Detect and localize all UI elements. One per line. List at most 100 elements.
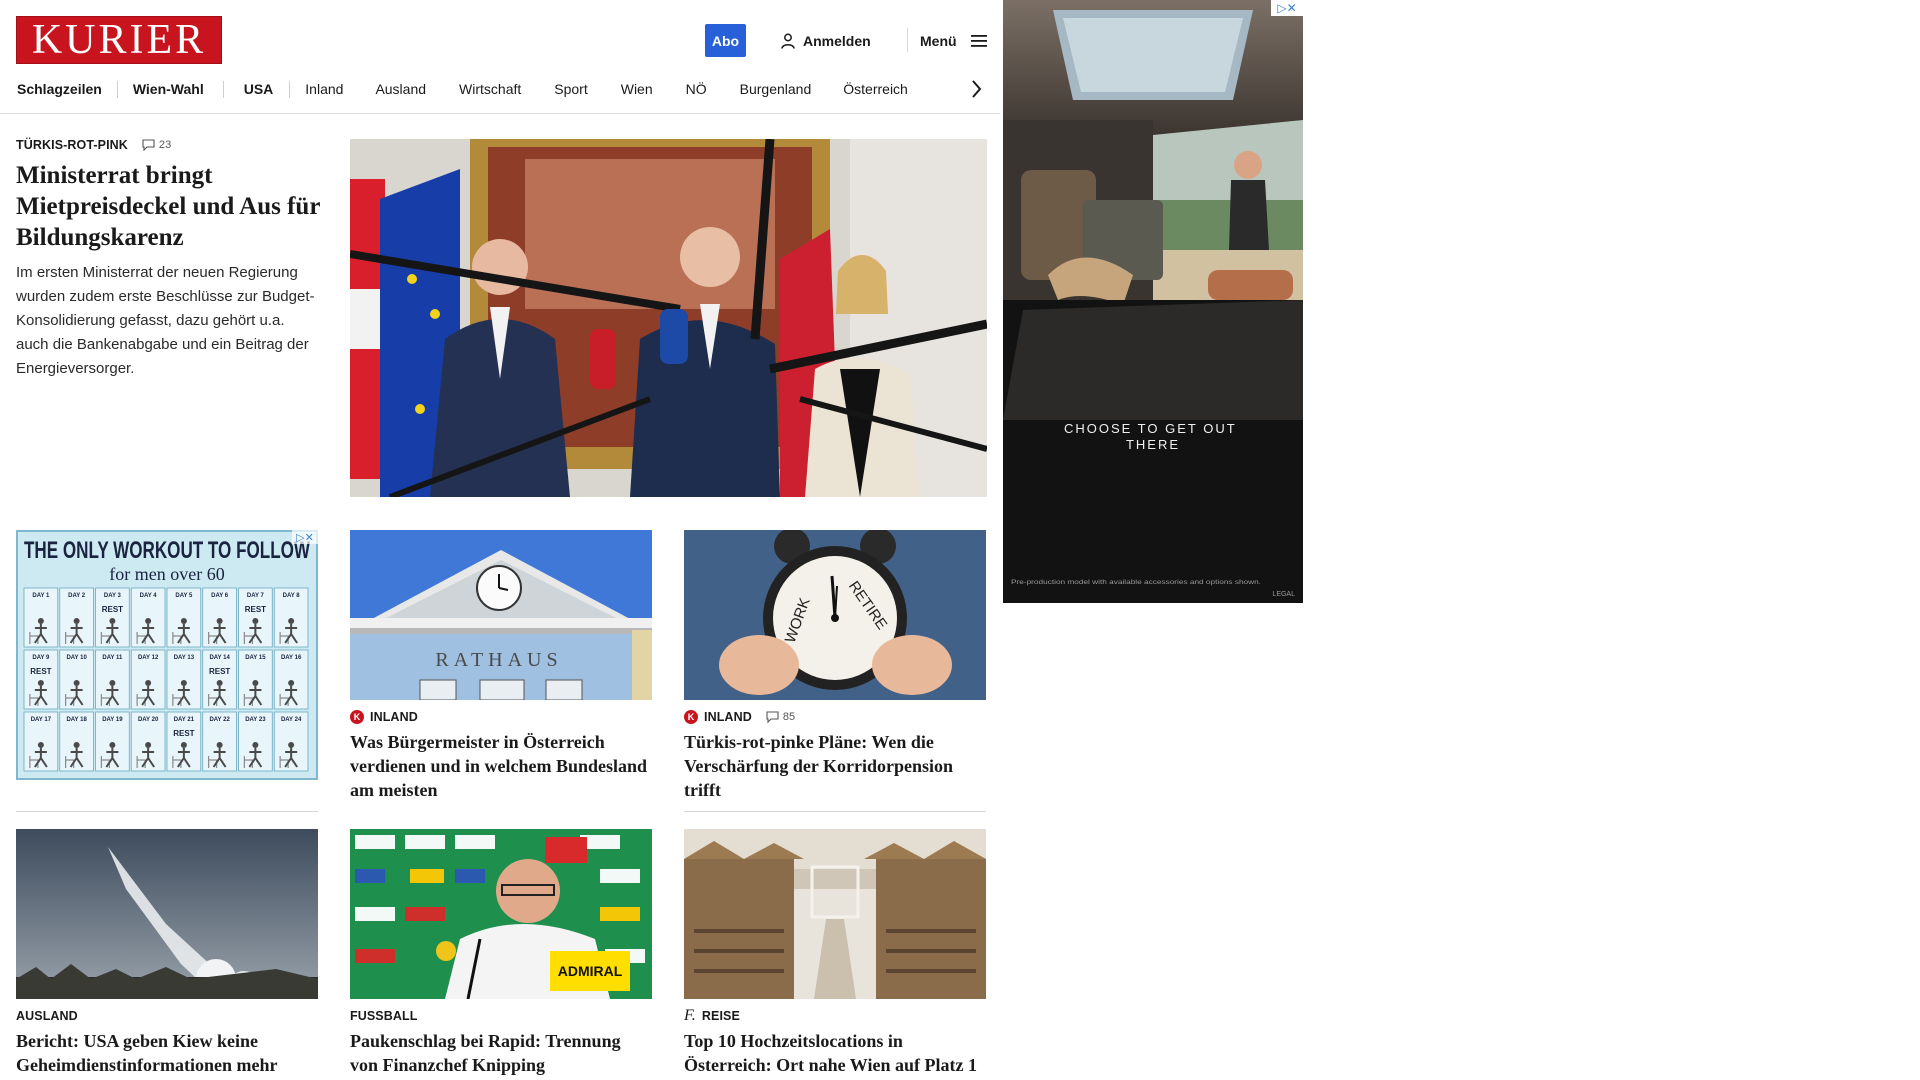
lead-kicker: TÜRKIS-ROT-PINK 23: [16, 138, 321, 152]
article-image-missile[interactable]: [16, 829, 318, 999]
workout-day-label: DAY 10: [66, 655, 87, 661]
workout-day-label: DAY 16: [281, 655, 302, 661]
row-divider: [684, 811, 986, 812]
comment-count[interactable]: 23: [142, 139, 171, 151]
comment-count-value: 23: [158, 139, 172, 151]
kurier-plus-icon: K: [350, 710, 364, 724]
article-headline[interactable]: Top 10 Hochzeitslocations in Österreich:…: [684, 1029, 986, 1077]
card-kicker-label: AUSLAND: [16, 1009, 78, 1023]
workout-day-label: DAY 3: [104, 593, 122, 599]
article-image-rathaus[interactable]: RATHAUS: [350, 530, 652, 700]
hamburger-icon: [970, 35, 987, 47]
menu-button[interactable]: Menü: [920, 30, 987, 52]
nav-item-burgenland[interactable]: Burgenland: [740, 81, 812, 97]
workout-day-label: DAY 11: [102, 655, 123, 661]
user-icon: [781, 33, 795, 49]
lead-teaser: Im ersten Ministerrat der neuen Regierun…: [16, 264, 315, 377]
card-kicker-label: INLAND: [704, 710, 752, 724]
workout-day-label: DAY 17: [31, 717, 52, 723]
workout-day-label: DAY 6: [211, 593, 229, 599]
workout-day-label: DAY 8: [283, 593, 301, 599]
article-image-alarm-clock[interactable]: WORK RETIRE: [684, 530, 986, 700]
comment-icon: [142, 139, 155, 151]
card-kicker: K INLAND 85: [684, 709, 986, 725]
nav-item-sport[interactable]: Sport: [554, 81, 587, 97]
workout-day-label: DAY 2: [68, 593, 86, 599]
row-divider: [16, 811, 318, 812]
lead-article: TÜRKIS-ROT-PINK 23 Ministerrat bringt Mi…: [16, 138, 321, 381]
car-ad-disclaimer: Pre-production model with available acce…: [1011, 580, 1261, 586]
workout-ad-subline: for men over 60: [109, 564, 224, 584]
nav-item-schlagzeilen[interactable]: Schlagzeilen: [17, 81, 102, 97]
workout-rest-label: REST: [30, 667, 51, 676]
kurier-plus-icon: K: [684, 710, 698, 724]
nav-item-inland[interactable]: Inland: [305, 81, 343, 97]
workout-day-label: DAY 4: [140, 593, 158, 599]
workout-day-label: DAY 23: [245, 717, 266, 723]
comment-icon: [766, 711, 779, 723]
workout-day-label: DAY 5: [175, 593, 193, 599]
article-headline[interactable]: Türkis-rot-pinke Pläne: Wen die Verschär…: [684, 730, 986, 802]
article-image-wedding-location[interactable]: [684, 829, 986, 999]
workout-ad[interactable]: THE ONLY WORKOUT TO FOLLOW for men over …: [16, 530, 318, 780]
comment-count[interactable]: 85: [766, 711, 795, 723]
nav-item-oesterreich[interactable]: Österreich: [843, 81, 908, 97]
kurier-logo[interactable]: KURIER: [16, 16, 222, 64]
workout-day-label: DAY 24: [281, 717, 302, 723]
sponsor-sign-text: ADMIRAL: [558, 963, 623, 979]
card-kicker-label: INLAND: [370, 710, 418, 724]
comment-count-value: 85: [782, 711, 796, 723]
article-headline[interactable]: Was Bürgermeister in Österreich verdiene…: [350, 730, 652, 802]
article-image-press-conference[interactable]: ADMIRAL: [350, 829, 652, 999]
article-headline[interactable]: Paukenschlag bei Rapid: Trennung von Fin…: [350, 1029, 652, 1077]
rathaus-sign-text: RATHAUS: [435, 649, 562, 671]
article-card: ADMIRAL FUSSBALL Paukenschlag bei Rapid:…: [350, 829, 652, 1077]
svg-text:▷✕: ▷✕: [296, 532, 314, 544]
card-kicker: f. REISE: [684, 1008, 986, 1024]
workout-day-label: DAY 18: [66, 717, 87, 723]
card-kicker: FUSSBALL: [350, 1008, 652, 1024]
workout-day-label: DAY 14: [209, 655, 230, 661]
lead-image[interactable]: [350, 139, 987, 497]
nav-item-ausland[interactable]: Ausland: [375, 81, 426, 97]
workout-rest-label: REST: [102, 605, 123, 614]
section-nav: Schlagzeilen Wien-Wahl USA Inland Auslan…: [17, 79, 908, 99]
menu-label: Menü: [920, 33, 957, 49]
card-kicker-label: REISE: [701, 1009, 740, 1023]
article-card: f. REISE Top 10 Hochzeitslocations in Ös…: [684, 829, 986, 1077]
workout-day-label: DAY 22: [209, 717, 230, 723]
card-kicker: AUSLAND: [16, 1008, 318, 1024]
abo-button[interactable]: Abo: [705, 24, 746, 57]
article-card: RATHAUS K INLAND Was Bürgermeister in Ös…: [350, 530, 652, 802]
nav-item-wien[interactable]: Wien: [621, 81, 653, 97]
nav-item-noe[interactable]: NÖ: [686, 81, 707, 97]
nav-item-wien-wahl[interactable]: Wien-Wahl: [133, 81, 204, 97]
nav-underline: [0, 113, 1000, 114]
header-divider: [907, 28, 908, 52]
article-card: WORK RETIRE K INLAND 85 Türkis-rot-pinke…: [684, 530, 986, 802]
nav-divider: [116, 80, 118, 98]
workout-day-label: DAY 20: [138, 717, 159, 723]
article-headline[interactable]: Bericht: USA geben Kiew keine Geheimdien…: [16, 1029, 318, 1077]
car-ad-legal: LEGAL: [1272, 591, 1295, 598]
freizeit-icon: f.: [684, 1007, 696, 1024]
nav-divider: [222, 80, 224, 98]
workout-rest-label: REST: [173, 729, 194, 738]
ad-choices-icon[interactable]: ▷✕: [1271, 0, 1303, 16]
workout-day-label: DAY 15: [245, 655, 266, 661]
car-ad[interactable]: CHOOSE TO GET OUT THERE Pre-production m…: [1003, 0, 1303, 603]
chevron-right-icon[interactable]: [970, 79, 982, 99]
lead-kicker-label: TÜRKIS-ROT-PINK: [16, 138, 128, 152]
nav-item-wirtschaft[interactable]: Wirtschaft: [459, 81, 521, 97]
workout-day-label: DAY 21: [174, 717, 195, 723]
workout-rest-label: REST: [245, 605, 266, 614]
login-label: Anmelden: [803, 33, 871, 49]
lead-headline[interactable]: Ministerrat bringt Mietpreisdeckel und A…: [16, 160, 321, 253]
article-card: AUSLAND Bericht: USA geben Kiew keine Ge…: [16, 829, 318, 1077]
nav-divider: [289, 80, 291, 98]
login-button[interactable]: Anmelden: [781, 30, 871, 52]
card-kicker-label: FUSSBALL: [350, 1009, 418, 1023]
ad-choices-icon[interactable]: ▷✕: [292, 530, 318, 544]
workout-rest-label: REST: [209, 667, 230, 676]
nav-item-usa[interactable]: USA: [244, 81, 274, 97]
